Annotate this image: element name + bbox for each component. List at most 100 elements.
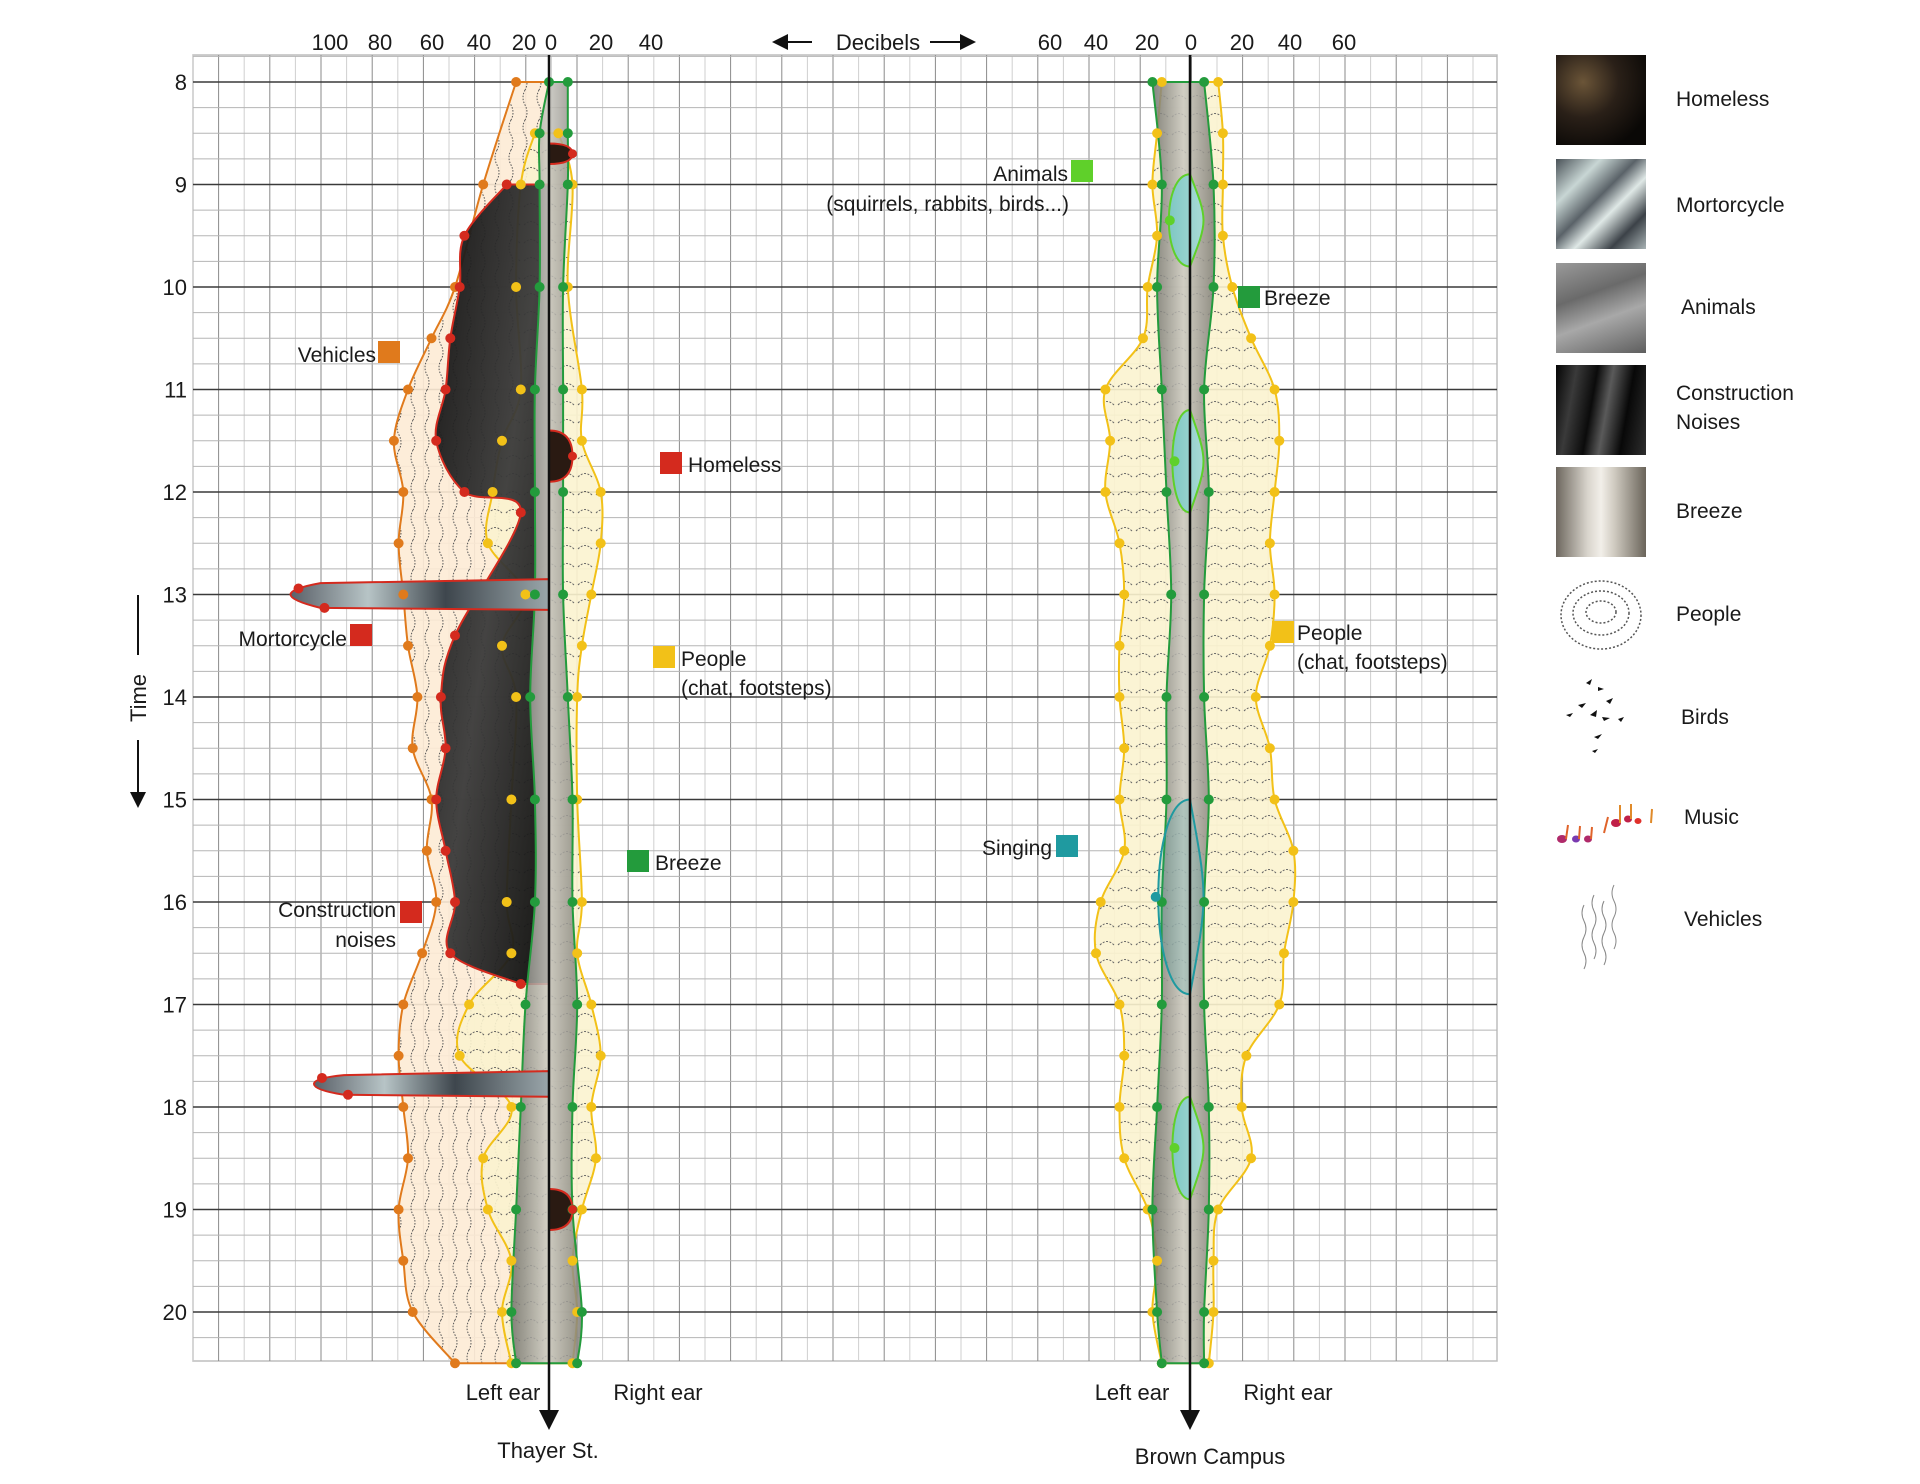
time-label: Time [126, 674, 151, 722]
thayer-st-vehicles-point-left [431, 897, 442, 907]
thayer-st-homeless-point [568, 149, 577, 159]
thayer-st-breeze-point-left [529, 487, 540, 497]
thayer-right-ear-label: Right ear [613, 1380, 702, 1405]
thayer-st-construction-noises-point-left [440, 743, 451, 754]
brown-campus-people-chat-footsteps-point-right [1264, 743, 1275, 754]
thayer-st-homeless-point [568, 451, 577, 461]
thayer-st-people-chat-footsteps-point-right [576, 897, 587, 907]
brown-campus-people-chat-footsteps-point-right [1217, 128, 1228, 139]
thayer-left-ear-label: Left ear [466, 1380, 541, 1405]
legend-item-mortorcycle: Mortorcycle [1556, 159, 1916, 251]
x-axis-tick-labels: 100 80 60 40 20 0 20 40 60 40 20 0 20 40 60 [312, 30, 1357, 55]
brown-campus-people-chat-footsteps-point-left [1091, 948, 1101, 959]
black-marble-texture-icon [1556, 365, 1646, 455]
thayer-st-breeze-point-right [562, 179, 573, 190]
brown-db-tick-label: 20 [1135, 30, 1159, 55]
brown-campus-people-chat-footsteps-point-left [1138, 333, 1148, 344]
annotation-breeze-brown-label: Breeze [1264, 287, 1331, 310]
legend-label: Birds [1681, 706, 1729, 729]
thayer-st-people-chat-footsteps-point-left [506, 1255, 517, 1266]
brown-campus-people-chat-footsteps-point-right [1227, 282, 1238, 292]
brown-campus-people-chat-footsteps-point-right [1264, 538, 1275, 549]
brown-campus-breeze-point-left [1156, 179, 1167, 190]
brown-campus-breeze-point-right [1203, 794, 1214, 805]
feather-texture-icon [1556, 467, 1646, 557]
thayer-st-vehicles-point-left [511, 77, 522, 87]
brown-campus-people-chat-footsteps-point-left [1156, 77, 1167, 87]
brown-campus-people-chat-footsteps-point-left [1152, 1255, 1163, 1266]
brown-campus-people-chat-footsteps-point-right [1217, 230, 1228, 241]
brown-campus-people-chat-footsteps-point-left [1095, 897, 1106, 907]
legend-label: Vehicles [1684, 908, 1763, 931]
thayer-st-vehicles-point-left [426, 333, 437, 344]
brown-campus-breeze-point-right [1199, 692, 1210, 702]
annotation-homeless: Homeless [660, 452, 781, 477]
thayer-st-people-chat-footsteps-point-left [497, 435, 507, 446]
thayer-st-construction-noises-point-left [435, 692, 446, 702]
brown-campus-breeze-point-right [1199, 897, 1210, 907]
thayer-st-people-chat-footsteps-point-right [595, 538, 606, 549]
brown-campus-people-chat-footsteps-point-left [1100, 487, 1111, 497]
brown-campus-people-chat-footsteps-point-left [1114, 640, 1125, 651]
legend-item-animals: Animals [1556, 263, 1916, 355]
thayer-st-vehicles-point-left [393, 538, 404, 549]
brown-campus-people-chat-footsteps-point-left [1152, 128, 1163, 139]
brown-campus-people-chat-footsteps-point-right [1269, 384, 1280, 395]
thayer-st-breeze-point-left [511, 1204, 522, 1215]
hour-tick-label: 11 [164, 378, 187, 403]
brown-campus-people-chat-footsteps-point-left [1114, 794, 1125, 805]
thayer-st-breeze-point-right [558, 487, 569, 497]
music-notes-icon [1557, 804, 1653, 843]
brown-campus-animals-squirrels-rabbits-birds-point [1169, 1143, 1180, 1153]
brown-campus-people-chat-footsteps-point-left [1119, 743, 1130, 754]
brown-campus-people-chat-footsteps-point-right [1279, 948, 1289, 959]
thayer-st-people-chat-footsteps-point-left [515, 384, 526, 395]
thayer-st-vehicles-point-left [407, 743, 418, 754]
brown-db-tick-label: 0 [1185, 30, 1197, 55]
thayer-st-breeze-point-left [525, 692, 536, 702]
annotation-vehicles-label: Vehicles [298, 344, 376, 367]
brown-campus-people-chat-footsteps-point-left [1142, 282, 1153, 292]
thayer-st-construction-noises-point-left [515, 507, 526, 518]
brown-campus-people-chat-footsteps-point-right [1241, 1050, 1252, 1061]
brown-campus-people-chat-footsteps-point-right [1246, 333, 1257, 344]
hour-tick-label: 10 [163, 275, 187, 300]
thayer-db-tick-label: 60 [420, 30, 444, 55]
thayer-st-vehicles-point-left [398, 1255, 409, 1266]
brown-campus-breeze-point-left [1152, 282, 1163, 292]
annotation-singing: Singing [982, 835, 1078, 860]
thayer-st-mortorcycle-point [317, 1072, 327, 1083]
thayer-st-construction-noises-point-left [445, 948, 456, 959]
thayer-st-breeze-point-left [534, 128, 545, 139]
brown-campus-breeze-point-left [1156, 999, 1167, 1010]
hour-tick-label: 13 [163, 583, 187, 608]
brown-campus-breeze-point-right [1199, 1307, 1210, 1317]
thayer-st-breeze-point-left [529, 897, 540, 907]
legend-item-people: People [1556, 570, 1916, 662]
water-reflection-texture-icon [1556, 159, 1646, 249]
brown-campus-breeze-point-left [1161, 794, 1172, 805]
annotation-singing-swatch [1056, 835, 1078, 857]
annotation-homeless-label: Homeless [688, 454, 781, 477]
thayer-st-breeze-point-right [562, 128, 573, 139]
brown-campus-breeze-point-right [1199, 77, 1210, 87]
brown-campus-breeze-point-left [1156, 1358, 1167, 1369]
annotation-animals-line1: Animals [993, 163, 1068, 186]
thayer-st-vehicles-point-left [417, 948, 428, 959]
legend-label: Music [1684, 806, 1739, 829]
legend-item-vehicles: Vehicles [1556, 875, 1916, 970]
thayer-st-construction-noises-point-left [501, 179, 512, 190]
grey-smoke-texture-icon [1556, 263, 1646, 353]
thayer-st-mortorcycle-spike [289, 578, 550, 611]
text-spiral-icon [1560, 580, 1642, 650]
brown-db-tick-label: 60 [1038, 30, 1062, 55]
brown-campus-animals-squirrels-rabbits-birds-point [1169, 456, 1180, 467]
thayer-st-vehicles-point-left [398, 999, 409, 1010]
thayer-st-people-chat-footsteps-point-left [511, 692, 522, 702]
dark-hair-texture-icon [1556, 55, 1646, 145]
brown-campus-people-chat-footsteps-point-left [1100, 384, 1111, 395]
annotation-people-thayer-line2: (chat, footsteps) [681, 677, 832, 700]
brown-campus-people-chat-footsteps-point-right [1208, 1307, 1219, 1317]
brown-right-ear-label: Right ear [1243, 1380, 1332, 1405]
brown-campus-people-chat-footsteps-point-right [1217, 179, 1228, 190]
